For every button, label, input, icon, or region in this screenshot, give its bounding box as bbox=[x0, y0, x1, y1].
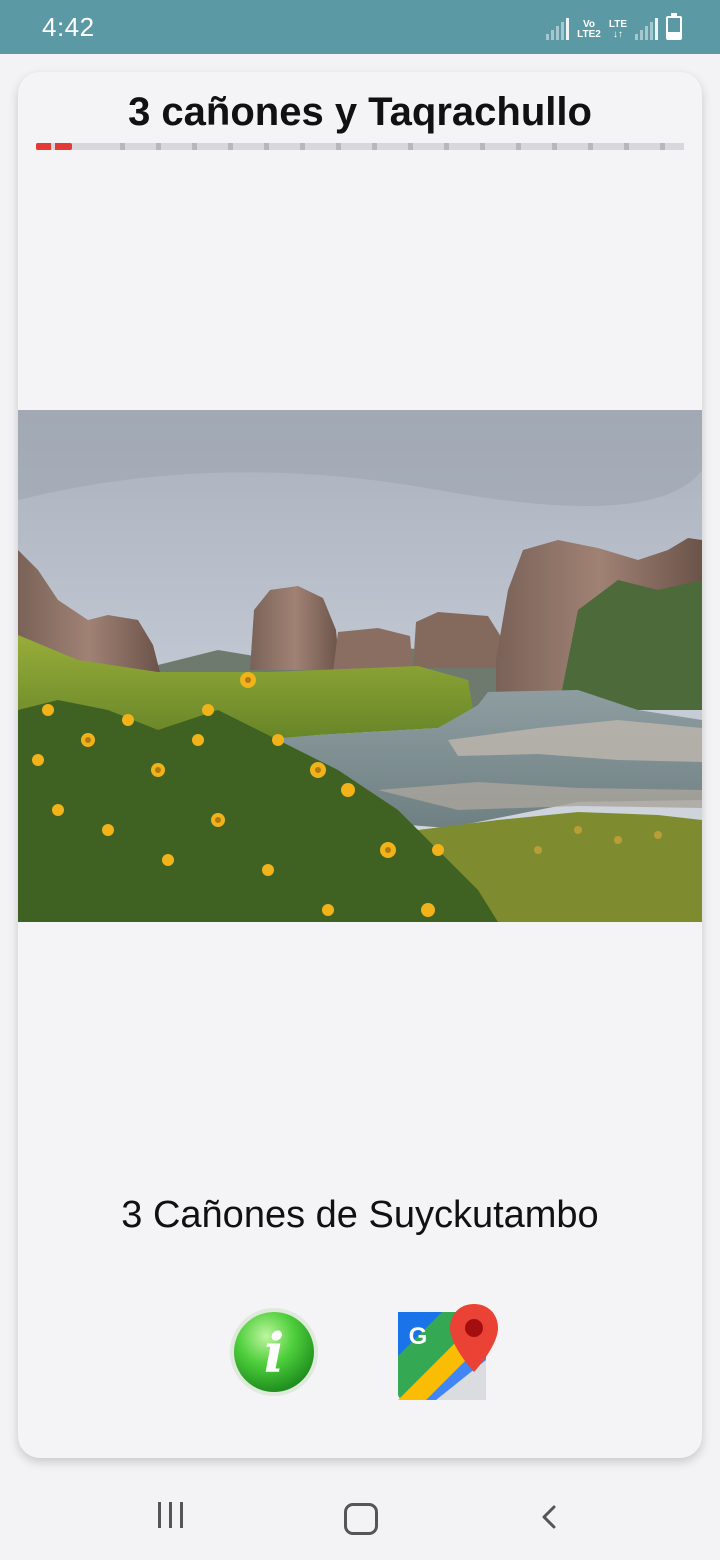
info-icon: i bbox=[230, 1308, 318, 1396]
progress-segment-divider bbox=[624, 143, 629, 150]
info-button[interactable]: i bbox=[222, 1300, 326, 1404]
progress-segment-divider bbox=[408, 143, 413, 150]
system-navigation-bar bbox=[0, 1476, 720, 1560]
svg-text:G: G bbox=[409, 1323, 428, 1350]
volte-indicator: Vo LTE2 bbox=[577, 19, 601, 40]
progress-segment-divider bbox=[660, 143, 665, 150]
google-maps-button[interactable]: G bbox=[396, 1302, 500, 1406]
google-maps-icon: G bbox=[398, 1304, 498, 1400]
status-icons: Vo LTE2 LTE ↓↑ bbox=[546, 13, 682, 40]
progress-segment-divider bbox=[120, 143, 125, 150]
home-icon[interactable] bbox=[344, 1503, 378, 1535]
landscape-photo[interactable] bbox=[18, 410, 702, 922]
recents-icon[interactable] bbox=[158, 1502, 183, 1528]
signal-icon-2 bbox=[635, 18, 658, 40]
status-time: 4:42 bbox=[42, 12, 95, 42]
status-bar: 4:42 Vo LTE2 LTE ↓↑ bbox=[0, 0, 720, 54]
story-caption: 3 Cañones de Suyckutambo bbox=[121, 1194, 599, 1236]
progress-segment-divider bbox=[372, 143, 377, 150]
svg-text:i: i bbox=[264, 1321, 285, 1385]
progress-segment-divider bbox=[444, 143, 449, 150]
progress-segment-divider bbox=[516, 143, 521, 150]
story-title: 3 cañones y Taqrachullo bbox=[128, 90, 592, 134]
story-card[interactable]: 3 cañones y Taqrachullo 3 Cañones de Suy… bbox=[18, 72, 702, 1458]
progress-segment-divider bbox=[480, 143, 485, 150]
progress-segment-divider bbox=[264, 143, 269, 150]
progress-segment-divider bbox=[228, 143, 233, 150]
progress-segment-divider bbox=[192, 143, 197, 150]
canyon-landscape-image bbox=[18, 410, 702, 922]
signal-icon bbox=[546, 18, 570, 40]
battery-icon bbox=[666, 13, 682, 40]
progress-segment-divider bbox=[588, 143, 593, 150]
progress-segment-divider bbox=[552, 143, 557, 150]
progress-segment-divider bbox=[156, 143, 161, 150]
progress-segment-divider bbox=[336, 143, 341, 150]
progress-active-segment bbox=[36, 143, 72, 150]
lte-indicator: LTE ↓↑ bbox=[608, 19, 627, 40]
story-progress-bar bbox=[36, 143, 684, 150]
back-icon[interactable] bbox=[536, 1504, 562, 1530]
progress-segment-divider bbox=[300, 143, 305, 150]
